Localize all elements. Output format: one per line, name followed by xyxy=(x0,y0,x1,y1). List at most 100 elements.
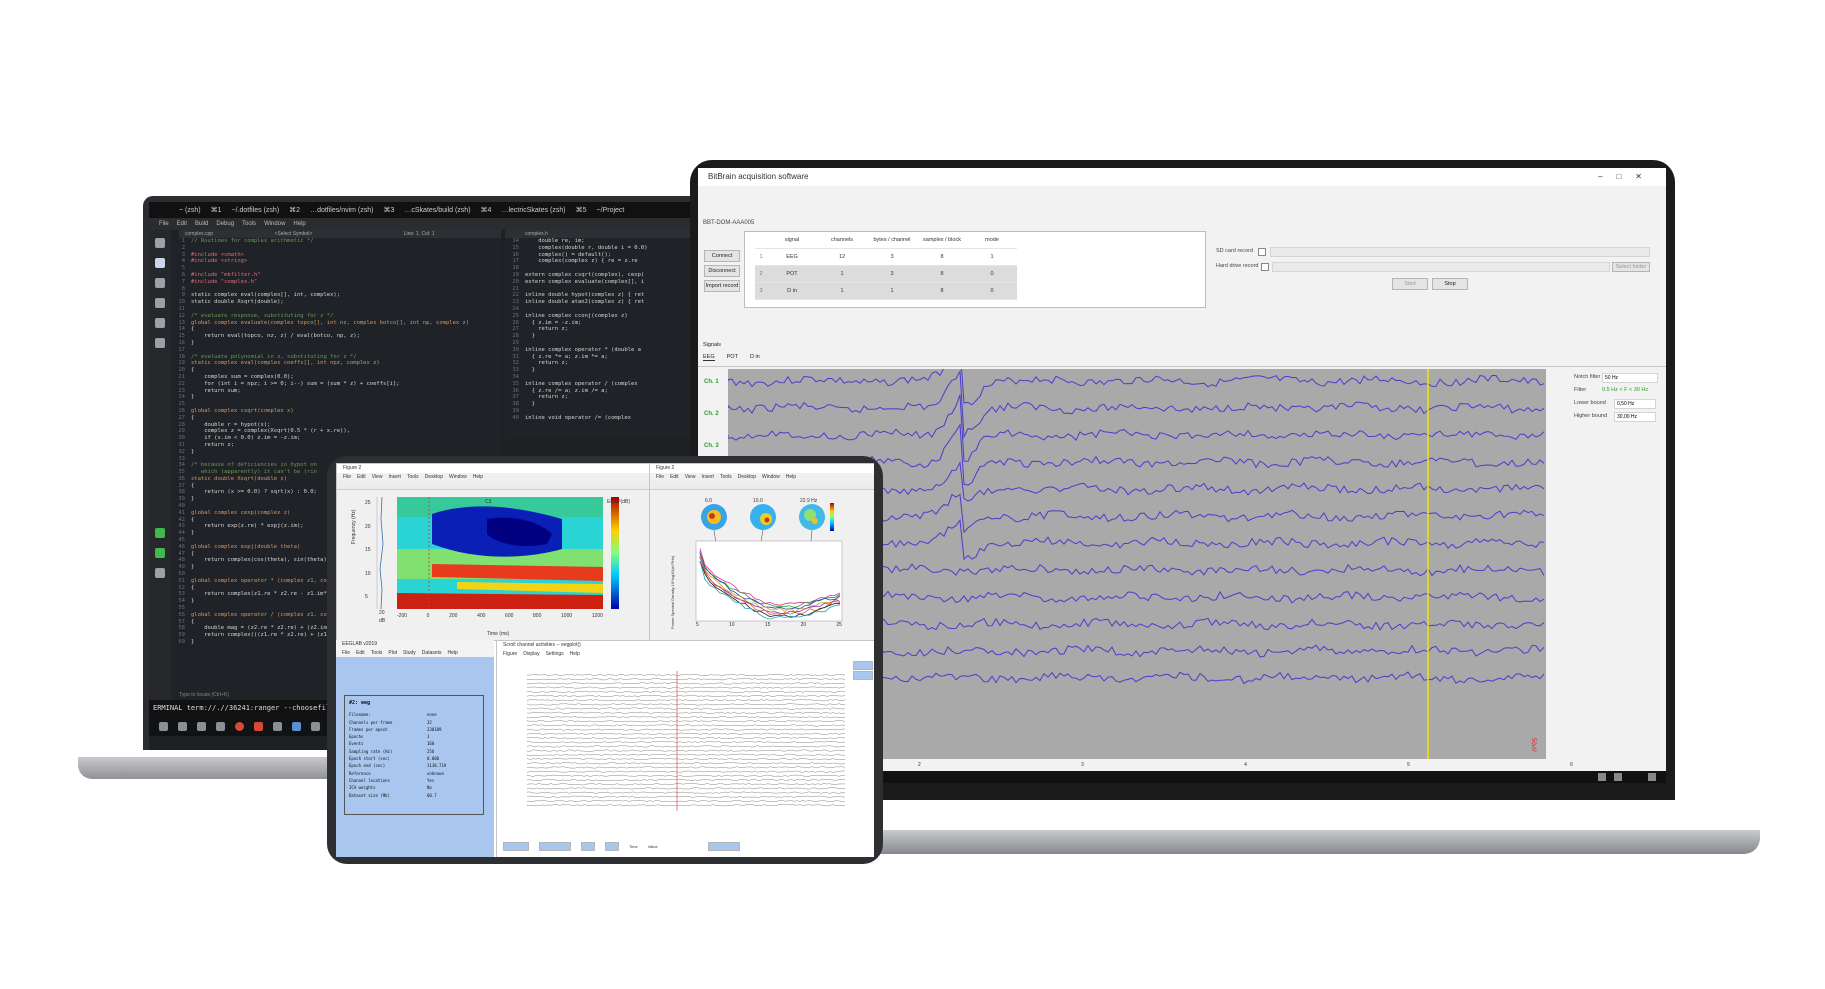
connect-button[interactable]: Connect xyxy=(704,250,740,262)
eeglab-menu-item[interactable]: Study xyxy=(403,649,416,657)
terminal-tab[interactable]: ⌘3 xyxy=(383,206,394,214)
terminal-tab[interactable]: …dotfiles/nvim (zsh) xyxy=(310,207,373,214)
locator-input[interactable]: Type to locate (Ctrl+K) xyxy=(179,692,329,700)
tab-din[interactable]: D in xyxy=(750,354,760,361)
tab-eeg[interactable]: EEG xyxy=(703,354,715,361)
app-icon-2[interactable] xyxy=(273,721,282,731)
menu-item[interactable]: Debug xyxy=(216,221,234,227)
stop-button[interactable]: Stop xyxy=(1432,278,1468,290)
figure-menu-item[interactable]: View xyxy=(685,473,696,481)
scroll-button-2[interactable] xyxy=(853,671,873,680)
scroll-button[interactable] xyxy=(853,661,873,670)
window-controls[interactable]: –□✕ xyxy=(1598,168,1656,186)
table-row[interactable]: 3 D in 1 1 8 0 xyxy=(755,282,1017,300)
notification-icon[interactable] xyxy=(1648,773,1656,781)
figure-menu-item[interactable]: Help xyxy=(473,473,483,481)
design-icon[interactable] xyxy=(155,278,165,288)
editor-filename-2[interactable]: complex.h xyxy=(525,231,548,237)
figure-menu-item[interactable]: Window xyxy=(762,473,780,481)
menu-item[interactable]: Window xyxy=(264,221,285,227)
eeglab-menu-item[interactable]: Help xyxy=(448,649,458,657)
hard-drive-path-field[interactable] xyxy=(1272,262,1610,272)
help-icon[interactable] xyxy=(155,338,165,348)
figure-menu-item[interactable]: View xyxy=(372,473,383,481)
eegplot-menu-item[interactable]: Settings xyxy=(546,650,564,658)
chrome-icon[interactable] xyxy=(235,721,244,731)
figure-menu-item[interactable]: File xyxy=(343,473,351,481)
import-record-button[interactable]: Import record xyxy=(704,280,740,292)
menu-item[interactable]: Build xyxy=(195,221,208,227)
tab-pot[interactable]: POT xyxy=(727,354,738,361)
app-icon[interactable] xyxy=(254,721,263,731)
eeglab-menu-item[interactable]: Edit xyxy=(356,649,365,657)
terminal-tab[interactable]: ⌘2 xyxy=(289,206,300,214)
nav-button[interactable] xyxy=(605,841,619,851)
symbol-select[interactable]: <Select Symbol> xyxy=(274,231,312,237)
eeglab-menu-item[interactable]: Datasets xyxy=(422,649,442,657)
terminal-tab[interactable]: ~ (zsh) xyxy=(179,207,201,214)
figure-menu-item[interactable]: Edit xyxy=(670,473,679,481)
terminal-tab[interactable]: ⌘1 xyxy=(211,206,222,214)
search-icon[interactable] xyxy=(178,721,187,731)
figure-menu-item[interactable]: Insert xyxy=(388,473,401,481)
eeglab-menu-item[interactable]: File xyxy=(342,649,350,657)
menu-item[interactable]: Tools xyxy=(242,221,256,227)
figure-menu-item[interactable]: Insert xyxy=(701,473,714,481)
nav-button[interactable] xyxy=(581,841,595,851)
figure-menu-item[interactable]: Edit xyxy=(357,473,366,481)
terminal-tab[interactable]: …lectricSkates (zsh) xyxy=(501,207,565,214)
terminal-tab[interactable]: ~/Project xyxy=(597,207,625,214)
sd-card-path-field[interactable] xyxy=(1270,247,1650,257)
debug-run-icon[interactable] xyxy=(155,548,165,558)
eegplot-traces[interactable] xyxy=(527,671,847,811)
eegplot-menu-item[interactable]: Help xyxy=(570,650,580,658)
eegplot-menu-item[interactable]: Figure xyxy=(503,650,517,658)
figure-menu-item[interactable]: File xyxy=(656,473,664,481)
figure-menu-item[interactable]: Window xyxy=(449,473,467,481)
start-button[interactable]: Start xyxy=(1392,278,1428,290)
menu-item[interactable]: Edit xyxy=(177,221,187,227)
accept-button[interactable] xyxy=(707,841,740,851)
welcome-icon[interactable] xyxy=(155,238,165,248)
table-row[interactable]: 2 POT 1 3 8 0 xyxy=(755,265,1017,283)
hard-drive-checkbox[interactable] xyxy=(1261,263,1269,271)
select-folder-button[interactable]: Select folder xyxy=(1612,262,1650,272)
terminal-tab[interactable]: ⌘5 xyxy=(576,206,587,214)
store-icon[interactable] xyxy=(216,721,225,731)
table-row[interactable]: 1 EEG 12 3 8 1 xyxy=(755,248,1017,266)
tray-icon[interactable] xyxy=(1598,773,1606,781)
debug-icon[interactable] xyxy=(155,298,165,308)
build-icon[interactable] xyxy=(155,568,165,578)
code-editor-split[interactable]: 14 double re, im; 15 complex(double r, do… xyxy=(505,238,697,438)
figure-menu-item[interactable]: Desktop xyxy=(738,473,756,481)
sd-card-checkbox[interactable] xyxy=(1258,248,1266,256)
eegplot-menu-item[interactable]: Display xyxy=(523,650,539,658)
terminal-tab[interactable]: ~/.dotfiles (zsh) xyxy=(232,207,280,214)
figure-menu-item[interactable]: Tools xyxy=(720,473,732,481)
higher-bound-input[interactable]: 30,00 Hz xyxy=(1614,412,1656,422)
notch-filter-select[interactable]: 50 Hz xyxy=(1602,373,1658,383)
nav-button[interactable] xyxy=(539,841,571,851)
terminal-tab[interactable]: ⌘4 xyxy=(481,206,492,214)
run-icon[interactable] xyxy=(155,528,165,538)
editor-filename[interactable]: complex.cpp xyxy=(185,231,213,237)
figure-menu-item[interactable]: Desktop xyxy=(425,473,443,481)
info-key: Channels per frame xyxy=(349,719,393,725)
lower-bound-input[interactable]: 0,50 Hz xyxy=(1614,399,1656,409)
figure-menu-item[interactable]: Help xyxy=(786,473,796,481)
gear-icon[interactable] xyxy=(311,721,320,731)
terminal-tab[interactable]: …cSkates/build (zsh) xyxy=(404,207,470,214)
eeglab-menu-item[interactable]: Tools xyxy=(371,649,383,657)
figure-menu-item[interactable]: Tools xyxy=(407,473,419,481)
edit-icon[interactable] xyxy=(155,258,165,268)
network-icon[interactable] xyxy=(1614,773,1622,781)
start-icon[interactable] xyxy=(159,721,168,731)
projects-icon[interactable] xyxy=(155,318,165,328)
menu-item[interactable]: File xyxy=(159,221,169,227)
eeglab-menu-item[interactable]: Plot xyxy=(388,649,397,657)
disconnect-button[interactable]: Disconnect xyxy=(704,265,740,277)
menu-item[interactable]: Help xyxy=(293,221,305,227)
folder-icon[interactable] xyxy=(197,721,206,731)
nav-button[interactable] xyxy=(503,841,529,851)
ide-icon[interactable] xyxy=(292,721,301,731)
